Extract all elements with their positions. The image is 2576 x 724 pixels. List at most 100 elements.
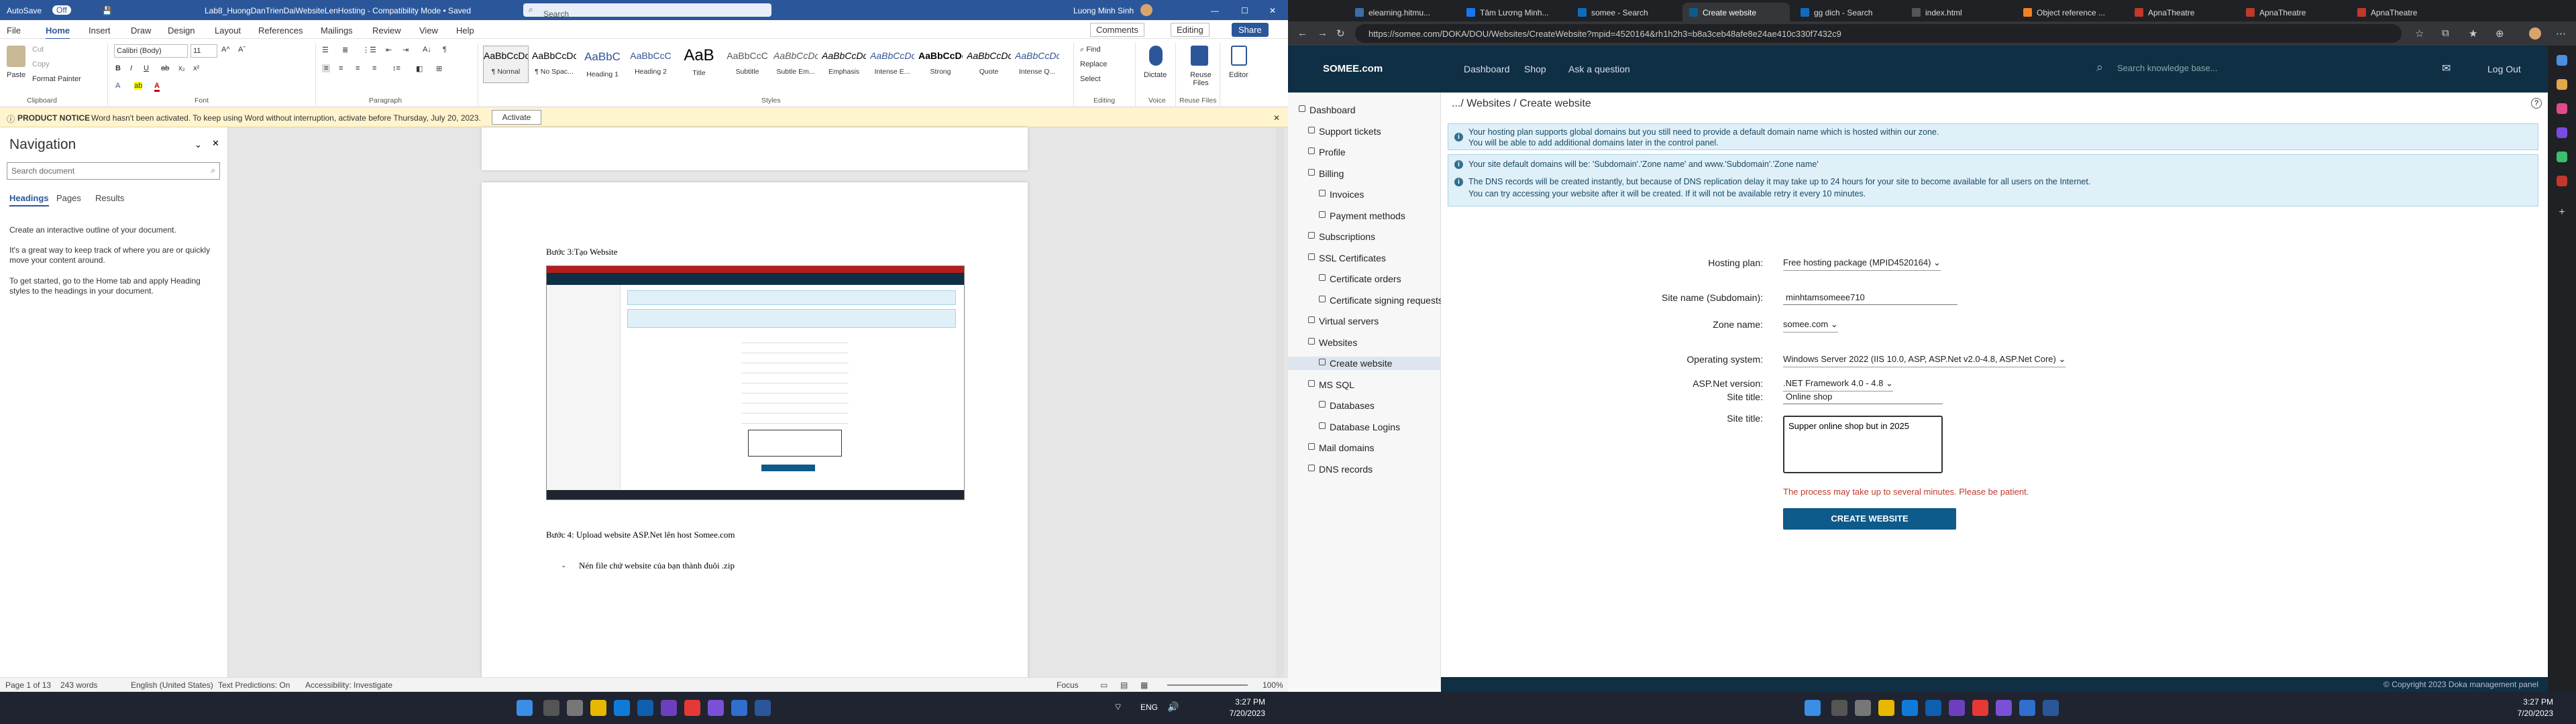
superscript-icon[interactable]: x² xyxy=(193,64,199,72)
underline-icon[interactable]: U xyxy=(144,64,149,72)
sidebar-item[interactable]: Websites xyxy=(1288,336,1441,349)
numbering-icon[interactable]: ≣ xyxy=(342,46,348,54)
tab-layout[interactable]: Layout xyxy=(215,25,241,36)
find-button[interactable]: ⌕ Find xyxy=(1080,46,1101,54)
text-effects-icon[interactable]: A xyxy=(115,82,120,90)
reuse-files-icon[interactable] xyxy=(1191,46,1208,66)
search-icon[interactable] xyxy=(1831,700,1847,716)
microphone-icon[interactable] xyxy=(1149,46,1163,66)
refresh-icon[interactable]: ↻ xyxy=(1336,27,1345,40)
app-icon[interactable] xyxy=(684,700,700,716)
games-icon[interactable] xyxy=(2557,127,2567,138)
sidebar-item[interactable]: Certificate orders xyxy=(1288,272,1441,286)
format-painter-button[interactable]: Format Painter xyxy=(32,75,81,83)
focus-button[interactable]: Focus xyxy=(1057,680,1079,690)
site-name-input[interactable]: minhtamsomeee710 xyxy=(1783,292,1957,305)
search-icon[interactable] xyxy=(2557,55,2567,66)
somee-logo[interactable]: SOMEE.com xyxy=(1323,63,1383,74)
zone-name-select[interactable]: somee.com ⌄ xyxy=(1783,319,1838,333)
sidebar-item[interactable]: MS SQL xyxy=(1288,378,1441,391)
wifi-icon[interactable]: ⌔ xyxy=(1114,701,1122,713)
app-icon[interactable] xyxy=(2019,700,2035,716)
word-search-input[interactable]: ⌕ Search xyxy=(523,3,771,19)
visual-studio-icon[interactable] xyxy=(1996,700,2012,716)
back-icon[interactable]: ← xyxy=(1297,27,1307,39)
align-right-icon[interactable]: ≡ xyxy=(356,64,360,72)
style-strong[interactable]: AaBbCcDc Strong xyxy=(918,46,963,83)
highlight-icon[interactable]: ab xyxy=(134,82,143,90)
word-count[interactable]: 243 words xyxy=(60,680,97,690)
language-indicator[interactable]: ENG xyxy=(1140,703,1158,712)
sidebar-item[interactable]: Mail domains xyxy=(1288,441,1441,455)
help-icon[interactable]: ? xyxy=(2531,98,2542,109)
browser-tab[interactable]: Object reference ... xyxy=(2017,3,2124,21)
sidebar-item[interactable]: Billing xyxy=(1288,167,1441,180)
style-no-spacing[interactable]: AaBbCcDc ¶ No Spac... xyxy=(531,46,577,83)
read-mode-icon[interactable]: ▭ xyxy=(1100,680,1108,690)
sidebar-item[interactable]: Dashboard xyxy=(1288,103,1441,117)
app-icon[interactable] xyxy=(731,700,747,716)
line-spacing-icon[interactable]: ↕≡ xyxy=(392,64,400,72)
italic-icon[interactable]: I xyxy=(130,64,132,72)
dictate-button[interactable]: Dictate xyxy=(1144,71,1167,79)
bullets-icon[interactable]: ☰ xyxy=(322,46,329,54)
office-icon[interactable] xyxy=(2557,152,2567,162)
print-layout-icon[interactable]: ▤ xyxy=(1120,680,1128,690)
close-icon[interactable]: ✕ xyxy=(212,138,219,149)
chevron-down-icon[interactable]: ⌄ xyxy=(195,139,202,150)
menu-dashboard[interactable]: Dashboard xyxy=(1464,64,1510,74)
sidebar-item[interactable]: Support tickets xyxy=(1288,125,1441,138)
logout-link[interactable]: Log Out xyxy=(2487,64,2521,74)
store-icon[interactable] xyxy=(637,700,653,716)
tab-view[interactable]: View xyxy=(419,25,438,36)
select-button[interactable]: Select xyxy=(1080,75,1101,83)
hosting-plan-select[interactable]: Free hosting package (MPID4520164) ⌄ xyxy=(1783,257,1941,271)
os-select[interactable]: Windows Server 2022 (IIS 10.0, ASP, ASP.… xyxy=(1783,354,2066,367)
zoom-level[interactable]: 100% xyxy=(1263,680,1283,690)
close-icon[interactable]: ✕ xyxy=(1269,6,1276,15)
subscript-icon[interactable]: x₂ xyxy=(178,64,185,72)
menu-shop[interactable]: Shop xyxy=(1524,64,1546,74)
share-button[interactable]: Share xyxy=(1232,23,1269,37)
visual-studio-icon[interactable] xyxy=(708,700,724,716)
style-subtitle[interactable]: AaBbCcC Subtitle xyxy=(724,46,770,83)
style-title[interactable]: AaB Title xyxy=(676,46,722,83)
start-icon[interactable] xyxy=(517,700,533,716)
minimize-icon[interactable]: — xyxy=(1211,6,1219,15)
tab-help[interactable]: Help xyxy=(456,25,474,36)
browser-tab[interactable]: gg dich - Search xyxy=(1794,3,1901,21)
strikethrough-icon[interactable]: ab xyxy=(161,64,169,72)
tab-design[interactable]: Design xyxy=(168,25,195,36)
browser-tab[interactable]: ApnaTheatre xyxy=(2239,3,2347,21)
text-predictions[interactable]: Text Predictions: On xyxy=(218,680,290,690)
browser-tab[interactable]: ApnaTheatre xyxy=(2351,3,2458,21)
zoom-slider[interactable] xyxy=(1167,684,1248,686)
shopping-icon[interactable] xyxy=(2557,79,2567,90)
scrollbar[interactable] xyxy=(1276,127,1284,677)
avatar[interactable] xyxy=(1140,4,1152,16)
sidebar-item[interactable]: SSL Certificates xyxy=(1288,251,1441,265)
style-heading-2[interactable]: AaBbCcC Heading 2 xyxy=(628,46,674,83)
editor-button[interactable]: Editor xyxy=(1229,71,1248,79)
web-layout-icon[interactable]: ▦ xyxy=(1140,680,1148,690)
site-title-input[interactable]: Online shop xyxy=(1783,391,1943,404)
app-icon[interactable] xyxy=(1972,700,1988,716)
editor-icon[interactable] xyxy=(1231,46,1247,66)
tools-icon[interactable] xyxy=(2557,103,2567,114)
volume-icon[interactable]: 🔊 xyxy=(1167,701,1179,713)
word-icon[interactable] xyxy=(2043,700,2059,716)
sort-icon[interactable]: A↓ xyxy=(423,46,431,54)
comments-button[interactable]: Comments xyxy=(1090,23,1144,37)
justify-icon[interactable]: ≡ xyxy=(372,64,376,72)
style-quote[interactable]: AaBbCcDc Quote xyxy=(966,46,1012,83)
word-icon[interactable] xyxy=(755,700,771,716)
outlook-icon[interactable] xyxy=(2557,176,2567,186)
collections-icon[interactable]: ⊕ xyxy=(2496,27,2504,40)
search-icon[interactable] xyxy=(543,700,559,716)
replace-button[interactable]: Replace xyxy=(1080,60,1107,68)
tab-draw[interactable]: Draw xyxy=(131,25,151,36)
reuse-files-button[interactable]: Reuse Files xyxy=(1187,71,1214,87)
borders-icon[interactable]: ⊞ xyxy=(436,64,442,73)
sidebar-item[interactable]: Subscriptions xyxy=(1288,230,1441,243)
tab-headings[interactable]: Headings xyxy=(9,193,49,206)
